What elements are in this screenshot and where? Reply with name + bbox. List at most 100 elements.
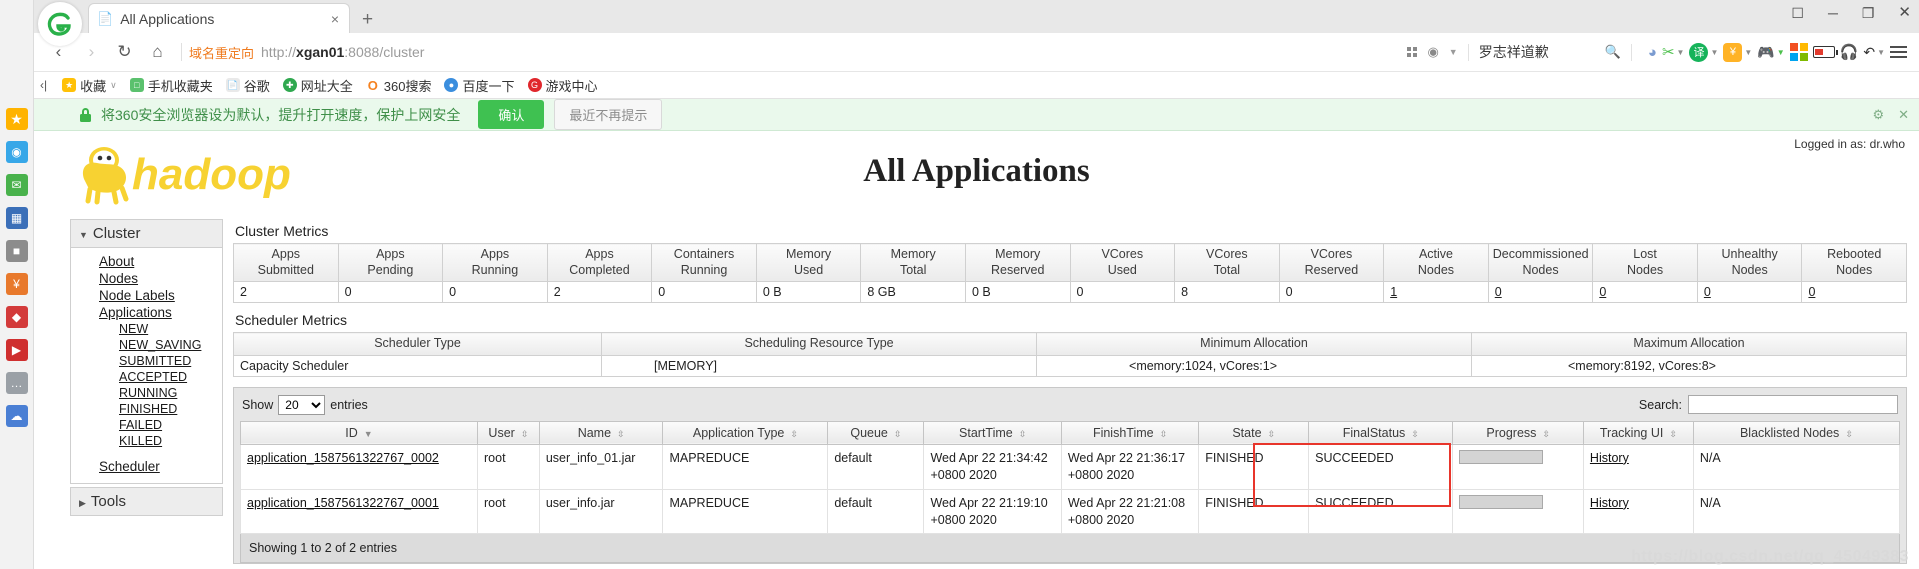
sidebar-item-about[interactable]: About	[71, 253, 222, 270]
qrcode-icon[interactable]	[1407, 47, 1418, 57]
cell-lost-nodes[interactable]: 0	[1592, 281, 1698, 304]
sidebar-item-node-labels[interactable]: Node Labels	[71, 287, 222, 304]
sidebar-item-running[interactable]: RUNNING	[71, 385, 222, 401]
cell-tracking-ui[interactable]: History	[1582, 489, 1694, 534]
sidebar-item-scheduler[interactable]: Scheduler	[71, 458, 222, 475]
page-icon: 📄	[225, 78, 240, 92]
windows-icon[interactable]	[1789, 43, 1808, 61]
apps-icon[interactable]: ▦	[5, 207, 28, 229]
sidebar-item-killed[interactable]: KILLED	[71, 433, 222, 449]
col-user[interactable]: User ⇳	[477, 420, 540, 445]
col-progress[interactable]: Progress ⇳	[1452, 420, 1584, 445]
sidebar-item-submitted[interactable]: SUBMITTED	[71, 353, 222, 369]
col-finishtime[interactable]: FinishTime ⇳	[1060, 420, 1200, 445]
favorites-icon[interactable]: ★	[5, 108, 28, 130]
home-icon[interactable]: ⌂	[141, 37, 174, 67]
headphones-icon[interactable]: 🎧	[1840, 43, 1859, 61]
sidebar-section-tools[interactable]: ▶ Tools	[70, 487, 223, 516]
cell-unhealthy-nodes[interactable]: 0	[1696, 281, 1803, 304]
cell-maximum-allocation: <memory:8192, vCores:8>	[1470, 354, 1908, 377]
translate-icon[interactable]: 译 ▼	[1689, 42, 1718, 62]
bookmark-label: 360搜索	[383, 78, 432, 94]
col-blacklisted-nodes[interactable]: Blacklisted Nodes ⇳	[1692, 420, 1901, 445]
sidebar-item-new-saving[interactable]: NEW_SAVING	[71, 337, 222, 353]
sidebar-item-new[interactable]: NEW	[71, 321, 222, 337]
tab-bar: 📄 All Applications × + ☐ ─ ❐ ✕	[34, 0, 1919, 46]
col-starttime[interactable]: StartTime ⇳	[923, 420, 1062, 445]
notes-icon[interactable]: ■	[5, 240, 28, 262]
cloud-icon[interactable]: ☁	[5, 405, 28, 427]
cell-active-nodes[interactable]: 1	[1383, 281, 1489, 304]
sort-icon: ⇳	[1845, 428, 1853, 439]
chevron-down-icon[interactable]: ▼	[1449, 47, 1458, 57]
dont-remind-button[interactable]: 最近不再提示	[554, 99, 663, 130]
col-finalstatus[interactable]: FinalStatus ⇳	[1308, 420, 1454, 445]
mail-icon[interactable]: ✉	[5, 174, 28, 196]
bookmark-favorites[interactable]: ★ 收藏 ∨	[62, 76, 117, 95]
search-icon[interactable]: 🔍	[1605, 44, 1621, 60]
sidebar-item-applications[interactable]: Applications	[71, 304, 222, 321]
new-tab-button[interactable]: +	[362, 10, 373, 29]
bookmark-google[interactable]: 📄 谷歌	[225, 76, 270, 95]
compat-mode-icon[interactable]: ◉	[1427, 44, 1438, 60]
cell-decommissioned-nodes[interactable]: 0	[1487, 281, 1594, 304]
sidebar-item-failed[interactable]: FAILED	[71, 417, 222, 433]
cell-id[interactable]: application_1587561322767_0001	[240, 489, 478, 534]
gear-icon[interactable]: ⚙	[1872, 107, 1884, 123]
history-link[interactable]: History	[1590, 496, 1629, 510]
confirm-button[interactable]: 确认	[478, 100, 545, 129]
cluster-metrics-table: Apps Submitted Apps Pending Apps Running Ap…	[233, 242, 1907, 304]
history-link[interactable]: History	[1590, 451, 1629, 465]
col-application-type[interactable]: Application Type ⇳	[662, 420, 829, 445]
scissors-icon[interactable]: ✂ ▼	[1662, 43, 1685, 61]
maximize-button[interactable]: ❐	[1862, 6, 1875, 20]
sidebar-section-cluster[interactable]: ▼ Cluster	[70, 219, 223, 248]
menu-icon[interactable]	[1890, 46, 1907, 58]
search-input[interactable]: 罗志祥道歉 🔍	[1479, 42, 1621, 62]
application-link[interactable]: application_1587561322767_0002	[247, 451, 439, 465]
close-icon[interactable]: ✕	[1898, 107, 1909, 123]
col-name[interactable]: Name ⇳	[538, 420, 664, 445]
close-icon[interactable]: ×	[329, 11, 341, 27]
url-scheme: http://	[261, 44, 297, 60]
sidebar-item-nodes[interactable]: Nodes	[71, 270, 222, 287]
page-size-select[interactable]: 20 40 60 100	[278, 394, 326, 415]
game-icon[interactable]: 🎮 ▼	[1757, 44, 1784, 61]
bookmark-site-directory[interactable]: ✚ 网址大全	[282, 76, 353, 95]
bookmark-mobile-favorites[interactable]: □ 手机收藏夹	[129, 76, 213, 95]
address-bar[interactable]: 域名重定向 http://xgan01:8088/cluster	[189, 43, 1407, 62]
bookmark-360-search[interactable]: O 360搜索	[365, 76, 432, 95]
col-queue[interactable]: Queue ⇳	[827, 420, 925, 445]
chevron-right-icon: ▶	[79, 498, 86, 508]
wallet-icon[interactable]: ¥	[5, 273, 28, 295]
url-text: http://xgan01:8088/cluster	[261, 44, 424, 60]
more-icon[interactable]: …	[5, 372, 28, 394]
battery-icon[interactable]	[1812, 46, 1838, 58]
bookmarks-overflow-icon[interactable]: ‹|	[40, 78, 47, 92]
skin-icon[interactable]: ☐	[1791, 6, 1804, 20]
sidebar-item-accepted[interactable]: ACCEPTED	[71, 369, 222, 385]
reload-icon[interactable]: ↻	[108, 37, 141, 67]
chevron-down-icon[interactable]: ∨	[110, 80, 117, 91]
search-input[interactable]	[1688, 395, 1898, 415]
col-tracking-ui[interactable]: Tracking UI ⇳	[1582, 420, 1694, 445]
minimize-button[interactable]: ─	[1828, 6, 1838, 20]
shield-icon[interactable]: ¥ ▼	[1723, 42, 1752, 62]
bookmark-baidu[interactable]: ● 百度一下	[444, 76, 515, 95]
cell-id[interactable]: application_1587561322767_0002	[240, 444, 478, 490]
bookmark-game-center[interactable]: G 游戏中心	[527, 76, 598, 95]
col-id[interactable]: ID ▼	[240, 420, 478, 445]
col-state[interactable]: State ⇳	[1198, 420, 1310, 445]
speedometer-icon[interactable]: ◕	[1648, 44, 1657, 61]
browser-tab[interactable]: 📄 All Applications ×	[88, 3, 350, 33]
application-link[interactable]: application_1587561322767_0001	[247, 496, 439, 510]
window-close-button[interactable]: ✕	[1898, 5, 1911, 20]
video-icon[interactable]: ▶	[5, 339, 28, 361]
shop-icon[interactable]: ◆	[5, 306, 28, 328]
undo-icon[interactable]: ↶ ▼	[1863, 44, 1885, 61]
cell-tracking-ui[interactable]: History	[1582, 444, 1694, 490]
forward-icon[interactable]: ›	[75, 37, 108, 67]
eye-icon[interactable]: ◉	[5, 141, 28, 163]
sidebar-item-finished[interactable]: FINISHED	[71, 401, 222, 417]
cell-rebooted-nodes[interactable]: 0	[1801, 281, 1907, 304]
